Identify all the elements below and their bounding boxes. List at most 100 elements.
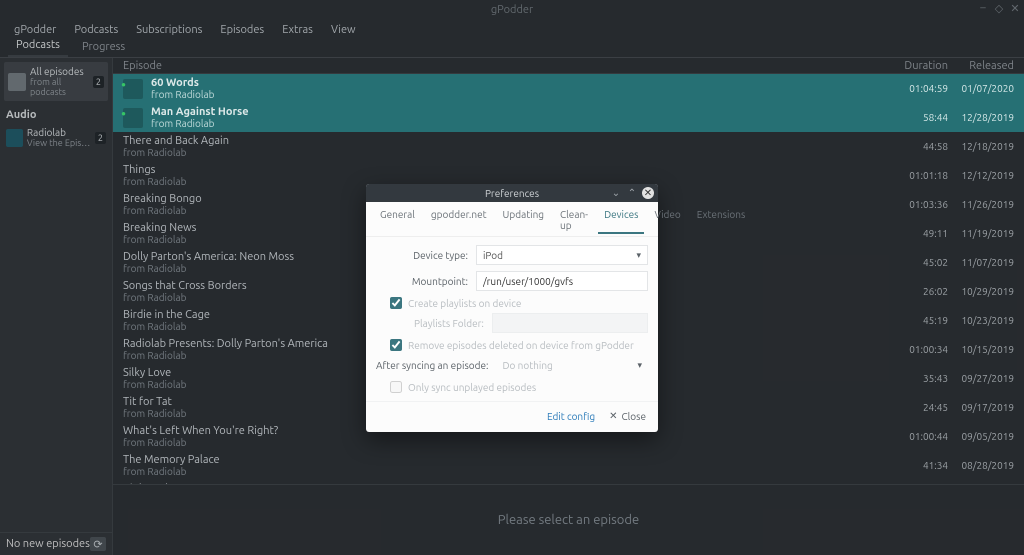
mountpoint-input[interactable] <box>476 271 648 291</box>
window-titlebar: gPodder – ◇ ✕ <box>0 0 1024 20</box>
episode-released: 01/07/2020 <box>948 83 1014 94</box>
preferences-dialog: Preferences ⌄ ⌃ ✕ General gpodder.net Up… <box>366 184 658 432</box>
menu-podcasts[interactable]: Podcasts <box>66 22 126 38</box>
menu-bar: gPodder Podcasts Subscriptions Episodes … <box>0 20 1024 40</box>
podcast-subtitle: View the Episode… <box>27 138 91 148</box>
create-playlists-label: Create playlists on device <box>408 298 521 309</box>
menu-episodes[interactable]: Episodes <box>212 22 272 38</box>
pref-tab-extensions[interactable]: Extensions <box>691 206 752 234</box>
only-unplayed-checkbox <box>390 381 402 393</box>
dialog-titlebar: Preferences ⌄ ⌃ ✕ <box>366 184 658 202</box>
refresh-button[interactable]: ⟳ <box>90 537 106 551</box>
remove-deleted-label: Remove episodes deleted on device from g… <box>408 340 634 351</box>
episode-row[interactable]: There and Back Againfrom Radiolab44:5812… <box>113 132 1024 161</box>
pref-tab-video[interactable]: Video <box>648 206 686 234</box>
main-tabs: Podcasts Progress <box>0 40 1024 58</box>
episode-duration: 45:02 <box>892 257 948 268</box>
col-released[interactable]: Released <box>948 60 1014 72</box>
close-button[interactable]: ✕ Close <box>609 410 646 422</box>
detail-placeholder: Please select an episode <box>498 513 639 527</box>
menu-gpodder[interactable]: gPodder <box>6 22 64 38</box>
tab-progress[interactable]: Progress <box>74 39 133 57</box>
episode-duration: 44:58 <box>892 141 948 152</box>
episode-detail-pane: Please select an episode <box>113 484 1024 555</box>
episode-titles: The Memory Palacefrom Radiolab <box>123 454 892 477</box>
episode-titles: There and Back Againfrom Radiolab <box>123 135 892 158</box>
x-icon: ✕ <box>609 410 617 422</box>
after-sync-value: Do nothing <box>502 360 552 371</box>
after-sync-select[interactable]: Do nothing ▾ <box>496 355 648 375</box>
tab-podcasts[interactable]: Podcasts <box>8 37 68 57</box>
close-label: Close <box>622 411 646 422</box>
device-type-label: Device type: <box>376 250 468 261</box>
minimize-icon[interactable]: – <box>978 3 988 13</box>
episode-duration: 26:02 <box>892 286 948 297</box>
col-episode[interactable]: Episode <box>123 60 892 72</box>
episode-list-header: Episode Duration Released <box>113 58 1024 74</box>
sidebar-podcast-radiolab[interactable]: Radiolab View the Episode… 2 <box>0 125 112 150</box>
refresh-icon: ⟳ <box>93 538 102 551</box>
pref-tab-cleanup[interactable]: Clean-up <box>554 206 594 234</box>
episode-row[interactable]: Man Against Horsefrom Radiolab58:4412/28… <box>113 103 1024 132</box>
podcast-badge: 2 <box>95 132 106 144</box>
sidebar-status-row: No new episodes ⟳ <box>0 532 112 555</box>
menu-view[interactable]: View <box>323 22 364 38</box>
episode-row[interactable]: The Memory Palacefrom Radiolab41:3408/28… <box>113 451 1024 480</box>
episode-released: 09/27/2019 <box>948 373 1014 384</box>
device-type-value: iPod <box>483 250 503 261</box>
pref-tab-devices[interactable]: Devices <box>598 206 644 234</box>
episode-from: from Radiolab <box>123 466 892 477</box>
episode-from: from Radiolab <box>123 437 892 448</box>
episode-released: 12/18/2019 <box>948 141 1014 152</box>
device-type-select[interactable]: iPod ▾ <box>476 245 648 265</box>
episode-released: 10/29/2019 <box>948 286 1014 297</box>
dialog-close-icon[interactable]: ✕ <box>642 187 654 199</box>
episode-duration: 58:44 <box>892 112 948 123</box>
pref-tab-updating[interactable]: Updating <box>497 206 551 234</box>
pref-tab-general[interactable]: General <box>374 206 421 234</box>
episode-from: from Radiolab <box>151 89 892 100</box>
sidebar-all-episodes[interactable]: All episodes from all podcasts 2 <box>4 62 108 101</box>
episode-row[interactable]: 60 Wordsfrom Radiolab01:04:5901/07/2020 <box>113 74 1024 103</box>
episode-released: 11/07/2019 <box>948 257 1014 268</box>
all-episodes-icon <box>8 73 26 91</box>
status-text: No new episodes <box>6 538 90 550</box>
mountpoint-label: Mountpoint: <box>376 276 468 287</box>
close-icon[interactable]: ✕ <box>1010 3 1020 13</box>
episode-released: 09/05/2019 <box>948 431 1014 442</box>
episode-released: 11/26/2019 <box>948 199 1014 210</box>
all-episodes-title: All episodes <box>30 66 89 77</box>
episode-title: There and Back Again <box>123 135 892 147</box>
episode-titles: Man Against Horsefrom Radiolab <box>151 106 892 129</box>
episode-duration: 41:34 <box>892 460 948 471</box>
episode-status-icon <box>123 108 143 128</box>
episode-duration: 35:43 <box>892 373 948 384</box>
dialog-title: Preferences <box>485 188 539 199</box>
all-episodes-badge: 2 <box>93 76 104 88</box>
dialog-footer: Edit config ✕ Close <box>366 401 658 432</box>
col-duration[interactable]: Duration <box>892 60 948 72</box>
remove-deleted-checkbox[interactable] <box>390 339 402 351</box>
podcast-thumb-icon <box>6 129 23 147</box>
episode-from: from Radiolab <box>123 147 892 158</box>
dialog-chevron-down-icon[interactable]: ⌄ <box>610 187 622 199</box>
episode-released: 12/12/2019 <box>948 170 1014 181</box>
chevron-down-icon: ▾ <box>636 250 641 261</box>
episode-duration: 24:45 <box>892 402 948 413</box>
edit-config-button[interactable]: Edit config <box>547 411 595 422</box>
episode-released: 10/15/2019 <box>948 344 1014 355</box>
dialog-chevron-up-icon[interactable]: ⌃ <box>626 187 638 199</box>
episode-title: The Memory Palace <box>123 454 892 466</box>
episode-duration: 01:00:34 <box>892 344 948 355</box>
episode-released: 09/17/2019 <box>948 402 1014 413</box>
episode-titles: 60 Wordsfrom Radiolab <box>151 77 892 100</box>
menu-extras[interactable]: Extras <box>274 22 321 38</box>
window-title: gPodder <box>491 4 533 16</box>
create-playlists-checkbox[interactable] <box>390 297 402 309</box>
menu-subscriptions[interactable]: Subscriptions <box>128 22 210 38</box>
episode-duration: 01:00:44 <box>892 431 948 442</box>
maximize-icon[interactable]: ◇ <box>994 3 1004 13</box>
dialog-body: Device type: iPod ▾ Mountpoint: Create p… <box>366 237 658 401</box>
pref-tab-gpodder-net[interactable]: gpodder.net <box>425 206 493 234</box>
chevron-down-icon: ▾ <box>637 360 642 371</box>
